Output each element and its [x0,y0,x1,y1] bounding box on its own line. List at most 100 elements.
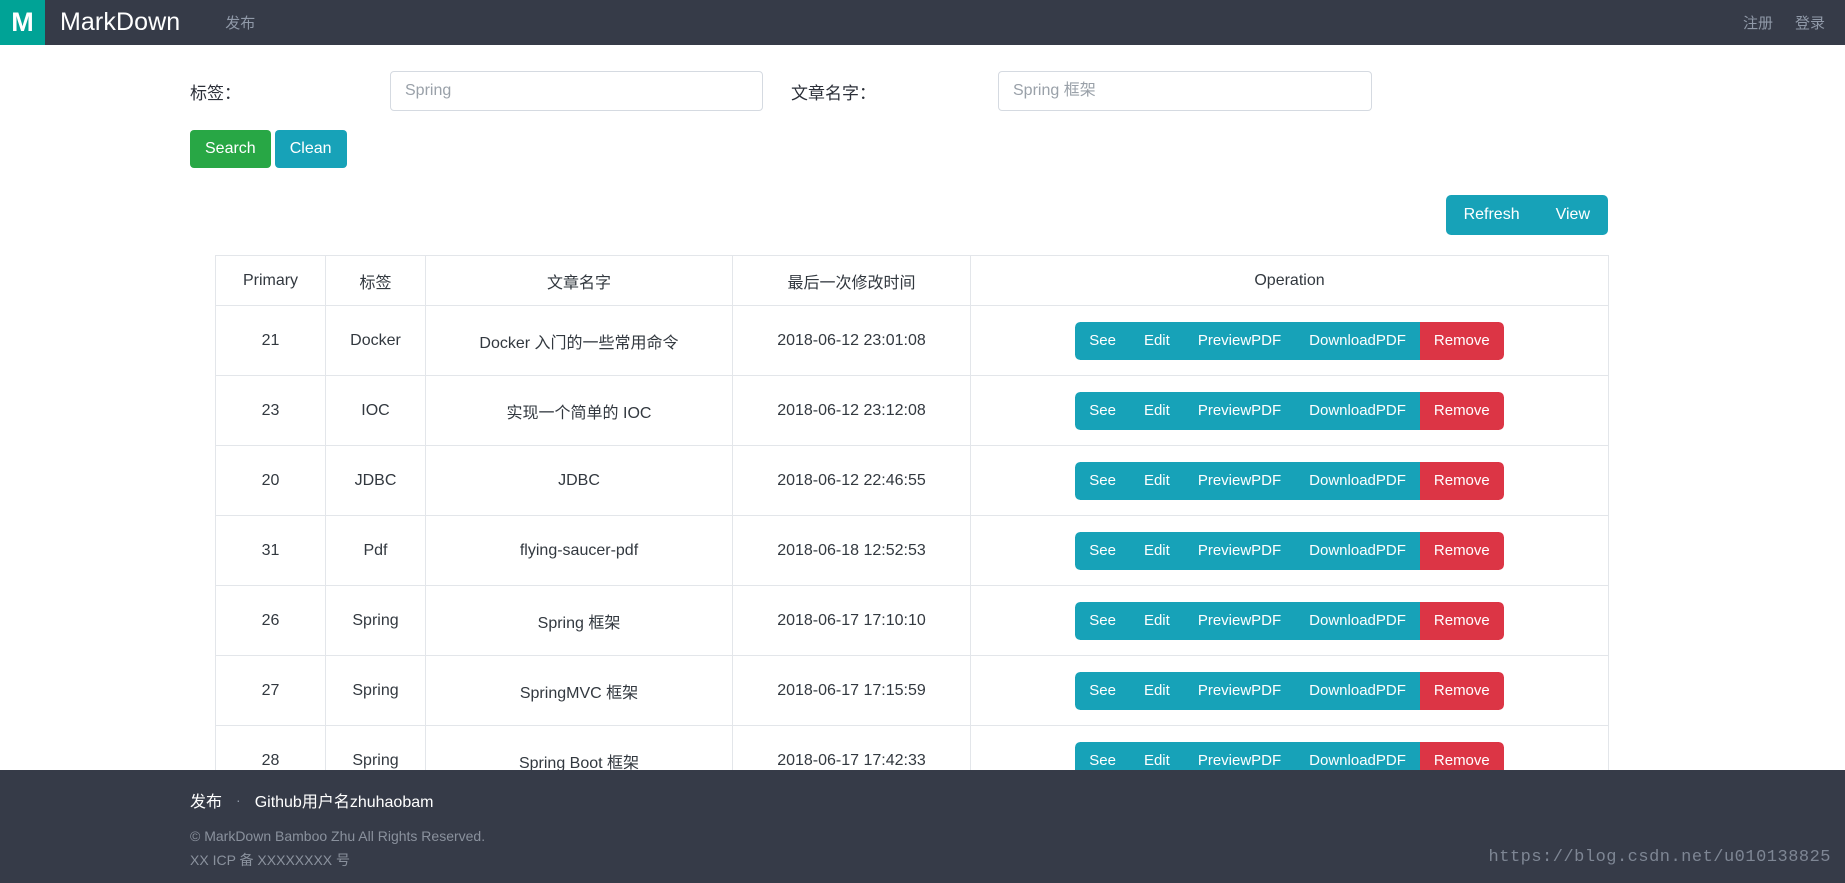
downloadpdf-button[interactable]: DownloadPDF [1295,671,1420,710]
row-tag: Spring [325,655,426,726]
operation-button-group: SeeEditPreviewPDFDownloadPDFRemove [1075,601,1504,640]
row-title: 实现一个简单的 IOC [425,375,733,446]
see-button[interactable]: See [1075,321,1130,360]
edit-button[interactable]: Edit [1129,461,1184,500]
previewpdf-button[interactable]: PreviewPDF [1183,461,1296,500]
refresh-button[interactable]: Refresh [1446,195,1538,235]
row-primary: 26 [215,585,326,656]
row-modified: 2018-06-18 12:52:53 [732,515,971,586]
row-primary: 23 [215,375,326,446]
operation-button-group: SeeEditPreviewPDFDownloadPDFRemove [1075,671,1504,710]
title-field-label: 文章名字： [791,83,876,103]
footer: 发布 · Github用户名zhuhaobam © MarkDown Bambo… [0,770,1845,883]
title-search-input[interactable] [998,71,1372,111]
table-toolbar: Refresh View [0,195,1845,235]
footer-links: 发布 · Github用户名zhuhaobam [190,788,1845,812]
row-tag: Pdf [325,515,426,586]
header-primary: Primary [215,255,326,306]
navbar: M MarkDown 发布 注册 登录 [0,0,1845,45]
downloadpdf-button[interactable]: DownloadPDF [1295,391,1420,430]
row-title: Docker 入门的一些常用命令 [425,305,733,376]
row-modified: 2018-06-17 17:10:10 [732,585,971,656]
operation-button-group: SeeEditPreviewPDFDownloadPDFRemove [1075,461,1504,500]
operation-button-container: SeeEditPreviewPDFDownloadPDFRemove [971,391,1608,430]
row-title: JDBC [425,445,733,516]
operation-button-container: SeeEditPreviewPDFDownloadPDFRemove [971,321,1608,360]
brand-logo-icon: M [0,0,45,45]
operation-button-group: SeeEditPreviewPDFDownloadPDFRemove [1075,391,1504,430]
table-head: Primary 标签 文章名字 最后一次修改时间 Operation [215,255,1609,306]
downloadpdf-button[interactable]: DownloadPDF [1295,321,1420,360]
row-title: Spring 框架 [425,585,733,656]
operation-button-container: SeeEditPreviewPDFDownloadPDFRemove [971,671,1608,710]
footer-github-link[interactable]: Github用户名zhuhaobam [255,788,434,812]
row-tag: JDBC [325,445,426,516]
table-row: 20 JDBC JDBC 2018-06-12 22:46:55 See Edit Prev… [215,445,1609,516]
refresh-view-group: Refresh View [1445,195,1608,235]
watermark-text: https://blog.csdn.net/u010138825 [1488,848,1831,867]
see-button[interactable]: See [1075,461,1130,500]
row-primary: 31 [215,515,326,586]
remove-button[interactable]: Remove [1419,461,1504,500]
tag-search-input[interactable] [390,71,763,111]
see-button[interactable]: See [1075,391,1130,430]
table-row: 21 Docker Docker 入门的一些常用命令 2018-06-12 23:01… [215,305,1609,376]
edit-button[interactable]: Edit [1129,601,1184,640]
row-modified: 2018-06-12 22:46:55 [732,445,971,516]
brand-name-link[interactable]: MarkDown [60,8,180,37]
operation-button-container: SeeEditPreviewPDFDownloadPDFRemove [971,601,1608,640]
footer-separator: · [236,792,241,808]
row-operations: SeeEditPreviewPDFDownloadPDFRemove [970,515,1609,586]
tag-field-label: 标签： [190,83,241,103]
remove-button[interactable]: Remove [1419,531,1504,570]
previewpdf-button[interactable]: PreviewPDF [1183,391,1296,430]
row-operations: SeeEditPreviewPDFDownloadPDFRemove [970,305,1609,376]
see-button[interactable]: See [1075,601,1130,640]
row-operations: SeeEditPreviewPDFDownloadPDFRemove [970,445,1609,516]
nav-item-login[interactable]: 登录 [1795,12,1825,33]
row-operations: SeeEditPreviewPDFDownloadPDFRemove [970,585,1609,656]
remove-button[interactable]: Remove [1419,601,1504,640]
edit-button[interactable]: Edit [1129,321,1184,360]
edit-button[interactable]: Edit [1129,531,1184,570]
previewpdf-button[interactable]: PreviewPDF [1183,321,1296,360]
table-row: 31 Pdf flying-saucer-pdf 2018-06-18 12:52:5… [215,515,1609,586]
search-form-row: 标签： 文章名字： [0,45,1845,111]
previewpdf-button[interactable]: PreviewPDF [1183,531,1296,570]
remove-button[interactable]: Remove [1419,671,1504,710]
downloadpdf-button[interactable]: DownloadPDF [1295,461,1420,500]
row-operations: SeeEditPreviewPDFDownloadPDFRemove [970,375,1609,446]
see-button[interactable]: See [1075,671,1130,710]
remove-button[interactable]: Remove [1419,321,1504,360]
operation-button-container: SeeEditPreviewPDFDownloadPDFRemove [971,531,1608,570]
downloadpdf-button[interactable]: DownloadPDF [1295,601,1420,640]
row-title: flying-saucer-pdf [425,515,733,586]
header-tag: 标签 [325,255,426,306]
row-modified: 2018-06-12 23:01:08 [732,305,971,376]
footer-publish-link[interactable]: 发布 [190,788,222,812]
search-button[interactable]: Search [190,130,271,168]
view-button[interactable]: View [1538,195,1608,235]
row-modified: 2018-06-17 17:15:59 [732,655,971,726]
clean-button[interactable]: Clean [274,130,347,168]
previewpdf-button[interactable]: PreviewPDF [1183,601,1296,640]
nav-item-publish[interactable]: 发布 [225,12,255,33]
table-header-row: Primary 标签 文章名字 最后一次修改时间 Operation [215,255,1609,306]
see-button[interactable]: See [1075,531,1130,570]
edit-button[interactable]: Edit [1129,391,1184,430]
downloadpdf-button[interactable]: DownloadPDF [1295,531,1420,570]
main-content: 标签： 文章名字： Search Clean Refresh View Prim… [0,45,1845,866]
row-operations: SeeEditPreviewPDFDownloadPDFRemove [970,655,1609,726]
table-row: 27 Spring SpringMVC 框架 2018-06-17 17:15:59 S… [215,655,1609,726]
row-tag: Spring [325,585,426,656]
table-row: 26 Spring Spring 框架 2018-06-17 17:10:10 See E… [215,585,1609,656]
operation-button-container: SeeEditPreviewPDFDownloadPDFRemove [971,461,1608,500]
remove-button[interactable]: Remove [1419,391,1504,430]
previewpdf-button[interactable]: PreviewPDF [1183,671,1296,710]
nav-item-register[interactable]: 注册 [1743,12,1773,33]
header-title: 文章名字 [425,255,733,306]
footer-copyright: © MarkDown Bamboo Zhu All Rights Reserve… [190,828,486,844]
edit-button[interactable]: Edit [1129,671,1184,710]
row-primary: 20 [215,445,326,516]
row-tag: IOC [325,375,426,446]
